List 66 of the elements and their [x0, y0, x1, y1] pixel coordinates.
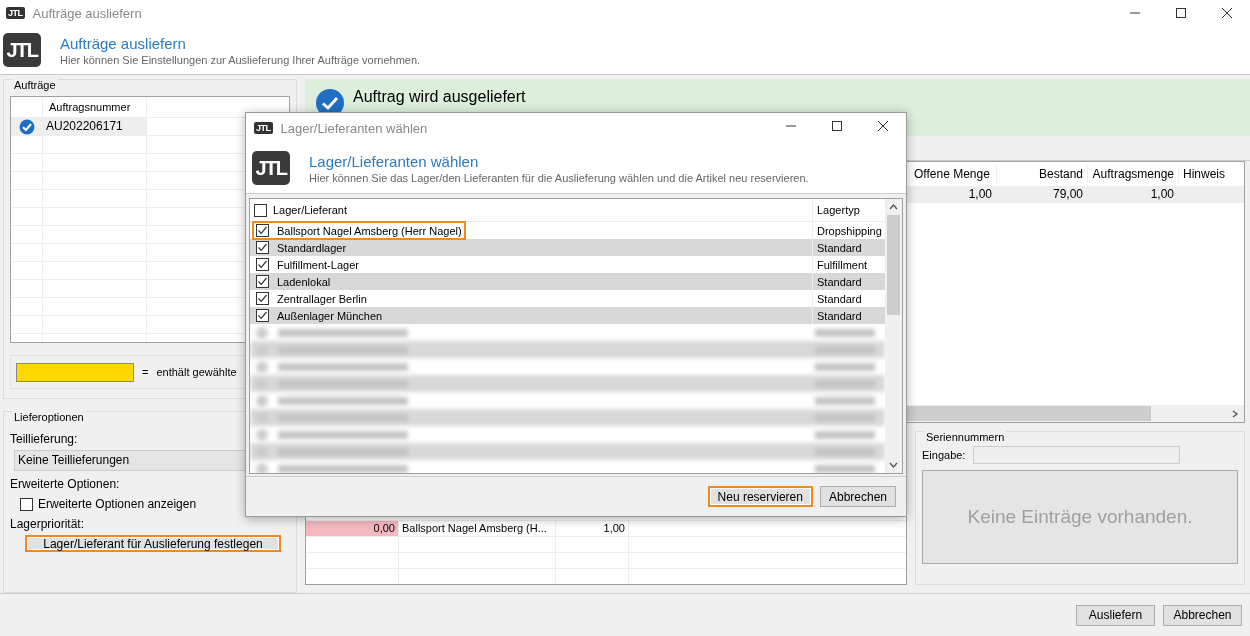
header-title: Lager/Lieferanten wählen	[309, 152, 480, 170]
column-header[interactable]: Lagertyp	[813, 204, 885, 216]
scroll-right-icon[interactable]	[1231, 409, 1239, 418]
checkbox[interactable]	[254, 203, 267, 217]
checkbox[interactable]	[256, 241, 269, 254]
app-logo: JTL	[252, 151, 290, 185]
window-title: Aufträge ausliefern	[32, 5, 143, 21]
table-cell[interactable]: Standardlager	[277, 241, 347, 254]
field-label: Eingabe:	[922, 449, 966, 461]
table-cell[interactable]: 1,00	[910, 186, 997, 203]
dialog-button[interactable]: Abbrechen	[1163, 604, 1242, 626]
field-label: Lagerpriorität:	[10, 517, 86, 531]
checkbox[interactable]	[256, 292, 269, 305]
table-cell[interactable]: Dropshipping	[813, 224, 885, 237]
checkbox[interactable]	[256, 258, 269, 271]
app-logo: JTL	[3, 33, 41, 67]
legend-equals: =	[142, 366, 149, 378]
table-cell[interactable]: Fulfillment	[813, 258, 885, 271]
check-circle-icon	[18, 118, 35, 135]
table-cell[interactable]: 1,00	[556, 521, 629, 536]
dialog-button[interactable]: Abbrechen	[819, 486, 896, 507]
field-label: Teillieferung:	[10, 432, 79, 446]
checkbox[interactable]	[20, 497, 33, 511]
table-cell[interactable]: Standard	[813, 241, 885, 254]
scroll-down-icon[interactable]	[889, 461, 898, 469]
table-cell[interactable]: Zentrallager Berlin	[277, 292, 367, 305]
checkbox[interactable]	[256, 224, 269, 237]
table-cell[interactable]: 1,00	[1088, 186, 1179, 203]
scroll-up-icon[interactable]	[889, 203, 898, 211]
table-cell[interactable]: Außenlager München	[277, 309, 383, 322]
header-subtitle: Hier können Sie Einstellungen zur Auslieferung Ihrer Aufträge vornehmen.	[60, 53, 421, 66]
banner-text: Auftrag wird ausgeliefert	[353, 87, 526, 106]
dialog-button[interactable]: Neu reservieren	[707, 486, 813, 507]
checkbox[interactable]	[256, 275, 269, 288]
table-cell[interactable]: Ballsport Nagel Amsberg (Herr Nagel)	[277, 224, 462, 237]
table-cell[interactable]: Ballsport Nagel Amsberg (H...	[399, 521, 556, 536]
table-cell[interactable]: AU202206171	[43, 118, 147, 135]
group-title: Aufträge	[12, 79, 58, 91]
table-cell[interactable]: Standard	[813, 309, 885, 322]
table-cell[interactable]: Fulfillment-Lager	[277, 258, 359, 271]
priority-button[interactable]: Lager/Lieferant für Auslieferung festlegen	[25, 535, 281, 552]
app-logo: JTL	[254, 122, 273, 134]
table-cell[interactable]: Ladenlokal	[277, 275, 331, 288]
group-title: Seriennummern	[924, 431, 1007, 443]
table-cell[interactable]: Standard	[813, 292, 885, 305]
column-header[interactable]: Hinweis	[1179, 165, 1244, 183]
vertical-scrollbar[interactable]	[885, 199, 902, 473]
checkbox-label[interactable]: Erweiterte Optionen anzeigen	[38, 497, 197, 511]
group-title: Lieferoptionen	[12, 411, 86, 423]
dialog-button[interactable]: Ausliefern	[1076, 604, 1155, 626]
legend-text: enthält gewählte	[156, 366, 237, 378]
column-header[interactable]: Lager/Lieferant	[273, 204, 347, 216]
column-header[interactable]: Bestand	[997, 165, 1088, 183]
empty-message: Keine Einträge vorhanden.	[922, 470, 1238, 564]
table-cell[interactable]: 79,00	[997, 186, 1088, 203]
app-logo: JTL	[6, 7, 25, 19]
field-label: Erweiterte Optionen:	[10, 477, 121, 491]
window-title: Lager/Lieferanten wählen	[280, 120, 429, 136]
column-header[interactable]: Offene Menge	[910, 165, 997, 183]
table-cell[interactable]: Standard	[813, 275, 885, 288]
header-title: Aufträge ausliefern	[60, 34, 187, 52]
checkbox[interactable]	[256, 309, 269, 322]
table-cell[interactable]: 0,00	[306, 521, 399, 536]
column-header[interactable]: Auftragsmenge	[1088, 165, 1179, 183]
column-header[interactable]: Auftragsnummer	[43, 97, 147, 117]
header-subtitle: Hier können Sie das Lager/den Lieferanten für die Auslieferung wählen und die Artikel neu reservieren.	[309, 171, 809, 184]
